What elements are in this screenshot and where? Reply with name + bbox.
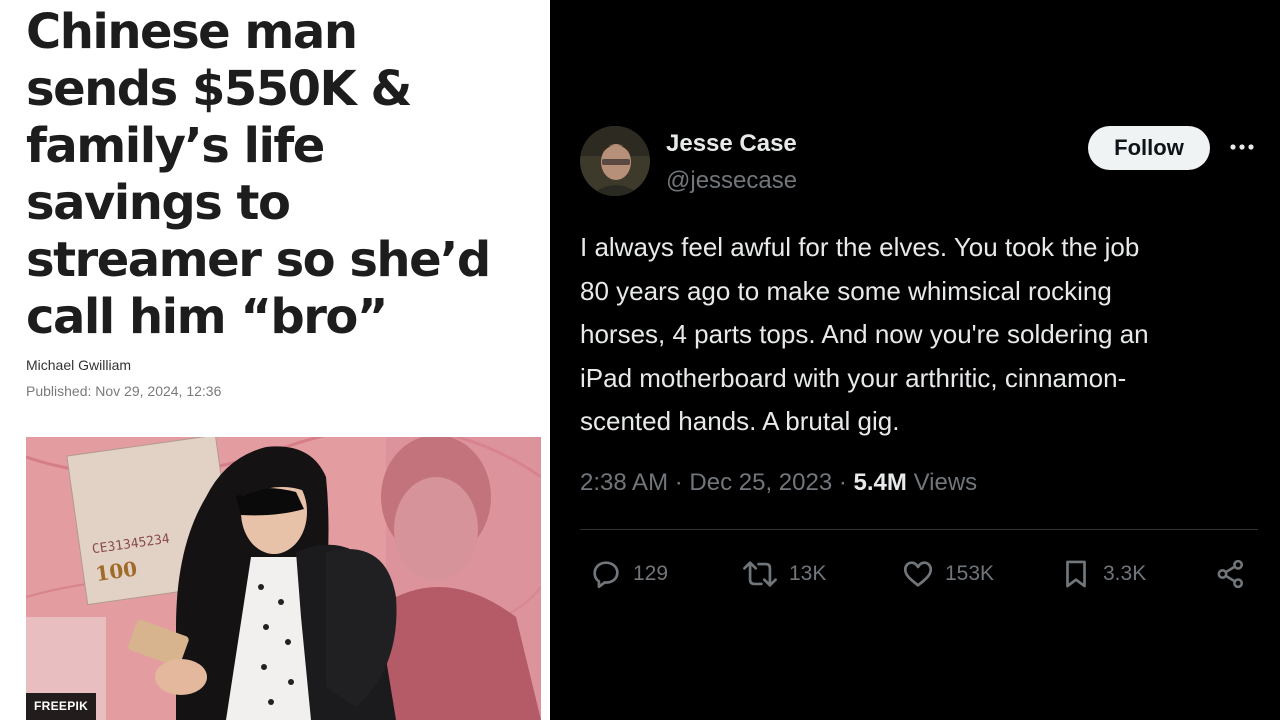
- bookmark-icon: [1066, 560, 1086, 588]
- tweet-text: I always feel awful for the elves. You t…: [580, 226, 1270, 444]
- share-icon: [1217, 559, 1244, 589]
- tweet-text-line: I always feel awful for the elves. You t…: [580, 232, 1140, 262]
- tweet-panel: Jesse Case @jessecase Follow I always fe…: [551, 0, 1280, 720]
- article-photo: CE31345234 100 FREEPIK: [26, 437, 541, 720]
- tweet-meta: 2:38 AM · Dec 25, 2023 · 5.4M Views: [580, 469, 977, 497]
- repost-count: 13K: [789, 562, 827, 585]
- reply-icon: [593, 561, 619, 589]
- tweet-text-line: 80 years ago to make some whimsical rock…: [580, 275, 1112, 306]
- headline-line: sends $550K &: [26, 61, 412, 117]
- views-label: Views: [913, 469, 978, 496]
- photo-credit: FREEPIK: [26, 693, 97, 720]
- headline-line: savings to: [26, 175, 291, 231]
- reply-button[interactable]: 129: [589, 554, 668, 594]
- like-icon: [903, 561, 933, 587]
- article-headline: Chinese man sends $550K & family’s life …: [26, 4, 550, 346]
- meta-separator: ·: [674, 469, 683, 496]
- article-panel: Chinese man sends $550K & family’s life …: [0, 0, 550, 720]
- article-published-date: Published: Nov 29, 2024, 12:36: [26, 383, 222, 399]
- meta-separator: ·: [838, 469, 847, 496]
- bookmark-count: 3.3K: [1103, 562, 1147, 585]
- tweet-text-line: horses, 4 parts tops. And now you're sol…: [580, 319, 1149, 349]
- like-button[interactable]: 153K: [901, 554, 994, 594]
- more-icon[interactable]: [1225, 132, 1259, 162]
- user-handle[interactable]: @jessecase: [666, 167, 797, 195]
- repost-icon: [743, 561, 777, 587]
- views-count[interactable]: 5.4M: [854, 469, 907, 496]
- tweet-time[interactable]: 2:38 AM: [580, 469, 668, 496]
- like-count: 153K: [945, 562, 995, 585]
- reply-count: 129: [633, 562, 669, 585]
- share-button[interactable]: [1211, 554, 1251, 594]
- tweet-text-line: iPad motherboard with your arthritic, ci…: [580, 362, 1127, 393]
- display-name[interactable]: Jesse Case: [666, 130, 797, 158]
- headline-line: Chinese man: [26, 4, 358, 60]
- tweet-date[interactable]: Dec 25, 2023: [689, 469, 832, 496]
- bookmark-button[interactable]: 3.3K: [1059, 554, 1146, 594]
- avatar[interactable]: [580, 126, 650, 196]
- follow-button[interactable]: Follow: [1088, 126, 1210, 170]
- divider: [580, 529, 1258, 530]
- repost-button[interactable]: 13K: [741, 554, 826, 594]
- article-author[interactable]: Michael Gwilliam: [26, 357, 131, 373]
- headline-line: call him “bro”: [26, 289, 388, 345]
- tweet-text-line: scented hands. A brutal gig.: [580, 406, 900, 436]
- headline-line: family’s life: [26, 118, 325, 174]
- headline-line: streamer so she’d: [26, 232, 491, 288]
